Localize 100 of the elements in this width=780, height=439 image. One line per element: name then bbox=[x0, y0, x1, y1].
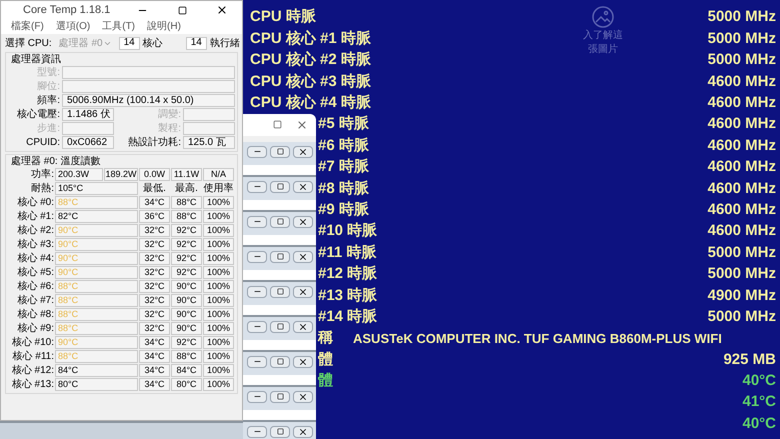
field-label: 頻率: bbox=[36, 96, 60, 106]
minimize-button[interactable] bbox=[247, 426, 267, 438]
min-temperature: 34°C bbox=[139, 350, 170, 363]
stat-value: 5000 MHz bbox=[708, 50, 776, 70]
max-temperature: 90°C bbox=[171, 280, 202, 293]
maximize-icon bbox=[273, 120, 282, 130]
core-temperature: 82°C bbox=[55, 210, 138, 223]
stat-value: 4600 MHz bbox=[708, 178, 776, 199]
stat-label: #10 時脈 bbox=[318, 221, 378, 242]
core-label: 核心 #4: bbox=[16, 254, 54, 264]
core-count-field: 14 bbox=[118, 36, 140, 50]
stat-value: 4600 MHz bbox=[708, 157, 776, 178]
core-load: 100% bbox=[203, 336, 234, 349]
minimize-button[interactable] bbox=[247, 390, 267, 403]
core-load: 100% bbox=[203, 196, 234, 209]
minimize-button[interactable] bbox=[247, 356, 267, 368]
core-load: 100% bbox=[203, 210, 234, 223]
core-load: 100% bbox=[203, 378, 234, 391]
core-load: 100% bbox=[203, 322, 234, 335]
max-temperature: 90°C bbox=[171, 294, 202, 307]
stat-label: #6 時脈 bbox=[318, 136, 369, 156]
max-temperature: 92°C bbox=[171, 266, 202, 279]
core-load: 100% bbox=[203, 308, 234, 321]
core-label: 核心 #13: bbox=[10, 380, 54, 390]
maximize-button[interactable] bbox=[273, 120, 282, 130]
frequency-field: 5006.90MHz (100.14 x 50.0) bbox=[62, 94, 235, 107]
maximize-button[interactable] bbox=[270, 426, 290, 438]
core-label: 核心 #8: bbox=[16, 310, 54, 320]
max-temperature: 88°C bbox=[171, 196, 202, 209]
stat-label: #14 時脈 bbox=[318, 306, 378, 327]
close-icon bbox=[216, 4, 228, 16]
maximize-button[interactable] bbox=[270, 320, 290, 333]
process-field bbox=[183, 122, 235, 135]
maximize-icon bbox=[276, 323, 284, 330]
minimize-button[interactable] bbox=[247, 320, 267, 333]
power-field: 11.1W bbox=[171, 168, 202, 181]
core-label: 核心 #1: bbox=[16, 212, 54, 222]
minimize-button[interactable] bbox=[247, 180, 267, 193]
minimize-button[interactable] bbox=[247, 286, 267, 298]
close-icon bbox=[298, 322, 308, 332]
power-field: 0.0W bbox=[139, 168, 170, 181]
minimize-button[interactable] bbox=[247, 250, 267, 263]
stat-label: #13 時脈 bbox=[318, 286, 378, 306]
stat-label: 體 bbox=[318, 371, 333, 392]
field-label: CPUID: bbox=[25, 138, 60, 148]
menu-item[interactable]: 選項(O) bbox=[56, 19, 90, 34]
core-label: 核心 #2: bbox=[16, 226, 54, 236]
group-title: 處理器資訊 bbox=[10, 53, 62, 66]
modulation-field bbox=[183, 108, 235, 121]
minimize-button[interactable] bbox=[247, 216, 267, 228]
menu-item[interactable]: 工具(T) bbox=[102, 19, 136, 34]
close-icon bbox=[296, 118, 308, 131]
maximize-button[interactable] bbox=[270, 216, 290, 228]
core-count-label: 核心 bbox=[142, 36, 163, 50]
max-temperature: 92°C bbox=[171, 238, 202, 251]
stat-label: #11 時脈 bbox=[318, 242, 376, 263]
max-temperature: 92°C bbox=[171, 252, 202, 265]
maximize-button[interactable] bbox=[270, 146, 290, 158]
min-temperature: 32°C bbox=[139, 252, 170, 265]
core-temperature: 80°C bbox=[55, 378, 138, 391]
field-label: 腳位: bbox=[36, 82, 60, 92]
stat-label: 稱 bbox=[318, 328, 333, 348]
core-load: 100% bbox=[203, 266, 234, 279]
core-temperature: 88°C bbox=[55, 294, 138, 307]
maximize-icon bbox=[178, 6, 186, 14]
stat-value: 5000 MHz bbox=[708, 242, 776, 263]
minimize-button[interactable] bbox=[247, 146, 267, 158]
menu-item[interactable]: 說明(H) bbox=[147, 19, 181, 34]
core-temperature: 90°C bbox=[55, 336, 138, 349]
spotlight-caption: 入了解這張圖片 bbox=[582, 29, 624, 57]
min-temperature: 32°C bbox=[139, 322, 170, 335]
stat-value: 4600 MHz bbox=[708, 136, 776, 156]
core-label: 核心 #10: bbox=[10, 338, 54, 348]
stat-value: 40°C bbox=[742, 414, 776, 434]
tjmax-field: 105°C bbox=[55, 182, 138, 195]
menu-item[interactable]: 檔案(F) bbox=[11, 19, 44, 34]
column-header: 使用率 bbox=[203, 184, 234, 194]
maximize-button[interactable] bbox=[270, 286, 290, 298]
stepping-field bbox=[62, 122, 114, 135]
min-temperature: 32°C bbox=[139, 238, 170, 251]
maximize-button[interactable] bbox=[270, 180, 290, 193]
core-label: 核心 #0: bbox=[16, 198, 54, 208]
power-field: 189.2W bbox=[104, 168, 138, 181]
maximize-button[interactable] bbox=[270, 356, 290, 368]
core-label: 核心 #11: bbox=[12, 352, 54, 362]
core-load: 100% bbox=[203, 252, 234, 265]
core-temperature: 90°C bbox=[55, 252, 138, 265]
field-label: 步進: bbox=[36, 124, 60, 134]
stat-label: #8 時脈 bbox=[318, 178, 369, 199]
stat-value: 4600 MHz bbox=[708, 114, 776, 134]
maximize-button[interactable] bbox=[270, 250, 290, 263]
core-label: 核心 #9: bbox=[16, 324, 54, 334]
tdp-field: 125.0 瓦 bbox=[183, 136, 235, 149]
min-temperature: 34°C bbox=[139, 378, 170, 391]
maximize-icon bbox=[276, 428, 284, 436]
stat-value: 925 MB bbox=[723, 350, 776, 370]
stat-label: #7 時脈 bbox=[318, 157, 369, 178]
maximize-button[interactable] bbox=[270, 390, 290, 403]
image-icon bbox=[591, 5, 615, 29]
voltage-field: 1.1486 伏 bbox=[62, 108, 114, 121]
